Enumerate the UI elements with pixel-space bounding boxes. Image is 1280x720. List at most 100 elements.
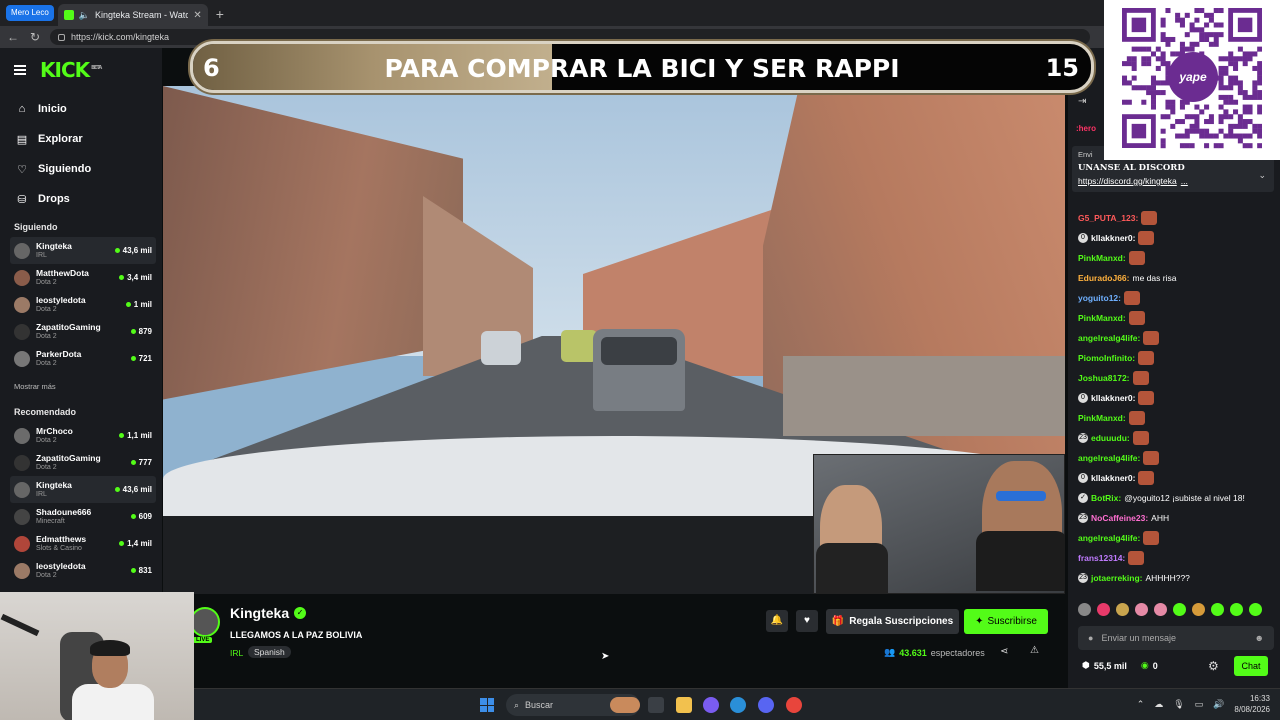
stream-tag[interactable]: Spanish (248, 646, 291, 658)
recommended-channel[interactable]: leostyledota Dota 2 831 (10, 557, 156, 584)
task-view-icon[interactable] (648, 697, 664, 713)
chat-username[interactable]: G5_PUTA_123: (1078, 208, 1138, 228)
subscribe-button[interactable]: ✦ Suscribirse (964, 609, 1048, 634)
report-icon[interactable]: ⚠ (1030, 645, 1039, 656)
kick-logo[interactable]: KICK BETA (40, 58, 102, 82)
chat-input[interactable]: ● Enviar un mensaje ☻ (1078, 626, 1274, 650)
chat-username[interactable]: frans12314: (1078, 548, 1125, 568)
qr-module (1204, 143, 1210, 149)
chat-username[interactable]: kllakkner0: (1091, 468, 1135, 488)
chevron-down-icon[interactable]: ⌄ (1258, 170, 1266, 181)
chrome-icon[interactable] (786, 697, 802, 713)
chat-username[interactable]: jotaerreking: (1091, 568, 1143, 588)
qr-module (1237, 90, 1243, 96)
chat-username[interactable]: angelrealg4life: (1078, 448, 1140, 468)
stream-category[interactable]: IRL (230, 648, 243, 658)
emote-icon[interactable] (1116, 603, 1129, 616)
edge-icon[interactable] (730, 697, 746, 713)
following-channel[interactable]: Kingteka IRL 43,6 mil (10, 237, 156, 264)
share-icon[interactable]: ⋖ (1000, 646, 1008, 657)
emote-icon[interactable] (1249, 603, 1262, 616)
qr-module (1184, 143, 1190, 149)
following-channel[interactable]: ZapatitoGaming Dota 2 879 (10, 318, 156, 345)
recommended-channel[interactable]: Kingteka IRL 43,6 mil (10, 476, 156, 503)
close-tab-icon[interactable]: ✕ (193, 10, 201, 21)
chat-username[interactable]: kllakkner0: (1091, 228, 1135, 248)
nav-item-siguiendo[interactable]: ♡ Siguiendo (16, 154, 91, 184)
chat-username[interactable]: EduradoJ66: (1078, 268, 1130, 288)
qr-module (1194, 104, 1200, 110)
chat-username[interactable]: PinkManxd: (1078, 308, 1126, 328)
chat-username[interactable]: kllakkner0: (1091, 388, 1135, 408)
recommended-channel[interactable]: Shadoune666 Minecraft 609 (10, 503, 156, 530)
emote-icon[interactable] (1173, 603, 1186, 616)
emote-icon[interactable] (1154, 603, 1167, 616)
qr-module (1257, 70, 1262, 76)
chat-username[interactable]: angelrealg4life: (1078, 328, 1140, 348)
chat-username[interactable]: PinkManxd: (1078, 408, 1126, 428)
chat-username[interactable]: Joshua8172: (1078, 368, 1130, 388)
file-explorer-icon[interactable] (676, 697, 692, 713)
following-channel[interactable]: MatthewDota Dota 2 3,4 mil (10, 264, 156, 291)
emote-icon[interactable] (1135, 603, 1148, 616)
nav-item-drops[interactable]: ⛁ Drops (16, 184, 91, 214)
chat-send-button[interactable]: Chat (1234, 656, 1268, 676)
qr-module (1218, 104, 1224, 110)
qr-module (1146, 56, 1152, 62)
emote-icon[interactable] (1211, 603, 1224, 616)
channel-avatar[interactable] (190, 607, 220, 637)
chevron-up-icon[interactable]: ⌃ (1137, 699, 1145, 710)
new-tab-button[interactable]: + (212, 6, 228, 22)
copilot-icon[interactable] (703, 697, 719, 713)
nav-item-explorar[interactable]: ▤ Explorar (16, 124, 91, 154)
site-info-icon[interactable] (58, 33, 65, 41)
recommended-channel[interactable]: MrChoco Dota 2 1,1 mil (10, 422, 156, 449)
smile-icon[interactable]: ☻ (1255, 633, 1264, 643)
follow-heart-button[interactable]: ♥ (796, 610, 818, 632)
show-more-link[interactable]: Mostrar más (14, 382, 56, 391)
widgets-icon[interactable] (610, 697, 640, 713)
chat-username[interactable]: PiomoInfinito: (1078, 348, 1135, 368)
pinned-link[interactable]: https://discord.gg/kingteka... (1078, 176, 1268, 186)
nav-item-inicio[interactable]: ⌂ Inicio (16, 94, 91, 124)
following-channel[interactable]: ParkerDota Dota 2 721 (10, 345, 156, 372)
menu-icon[interactable] (14, 65, 26, 75)
discord-icon[interactable] (758, 697, 774, 713)
microphone-icon[interactable]: 🎙 (1173, 699, 1184, 710)
gift-subs-button[interactable]: 🎁 Regala Suscripciones (826, 609, 959, 634)
volume-icon[interactable]: 🔊 (1213, 699, 1224, 710)
notification-bell-button[interactable]: 🔔 (766, 610, 788, 632)
back-icon[interactable]: ← (6, 30, 20, 44)
emoji-picker-icon[interactable]: ● (1088, 633, 1093, 643)
recommended-channel[interactable]: Edmatthews Slots & Casino 1,4 mil (10, 530, 156, 557)
chat-username[interactable]: PinkManxd: (1078, 248, 1126, 268)
recommended-channel[interactable]: ZapatitoGaming Dota 2 777 (10, 449, 156, 476)
video-player[interactable] (163, 86, 1065, 594)
reload-icon[interactable]: ↻ (28, 30, 42, 44)
tab-group-label[interactable]: Mero Leco (6, 5, 54, 21)
chat-username[interactable]: eduuudu: (1091, 428, 1130, 448)
chat-username[interactable]: angelrealg4life: (1078, 528, 1140, 548)
chat-username[interactable]: BotRix: (1091, 492, 1121, 504)
qr-module (1218, 85, 1224, 91)
browser-tab-active[interactable]: 🔈 Kingteka Stream - Watch Live ✕ (57, 4, 208, 26)
chat-username[interactable]: yoguito12: (1078, 288, 1121, 308)
windows-start-icon[interactable] (480, 698, 494, 712)
qr-module (1194, 128, 1200, 134)
points-value[interactable]: 55,5 mil (1094, 661, 1127, 671)
chat-settings-gear-icon[interactable]: ⚙ (1208, 659, 1219, 673)
emote-icon[interactable] (1230, 603, 1243, 616)
following-channel[interactable]: leostyledota Dota 2 1 mil (10, 291, 156, 318)
channel-name[interactable]: Kingteka ✓ (230, 605, 307, 621)
chat-username[interactable]: NoCaffeine23: (1091, 508, 1148, 528)
emote-icon[interactable] (1097, 603, 1110, 616)
qr-module (1122, 80, 1128, 86)
emote-icon[interactable] (1078, 603, 1091, 616)
speaker-icon[interactable]: 🔈 (79, 10, 90, 21)
network-icon[interactable]: ▭ (1195, 699, 1204, 710)
kicks-value[interactable]: 0 (1153, 661, 1158, 671)
collapse-chat-icon[interactable]: ⇥ (1078, 96, 1086, 107)
cloud-icon[interactable]: ☁ (1154, 699, 1163, 710)
emote-icon[interactable] (1192, 603, 1205, 616)
taskbar-clock[interactable]: 16:33 8/08/2026 (1234, 693, 1270, 715)
